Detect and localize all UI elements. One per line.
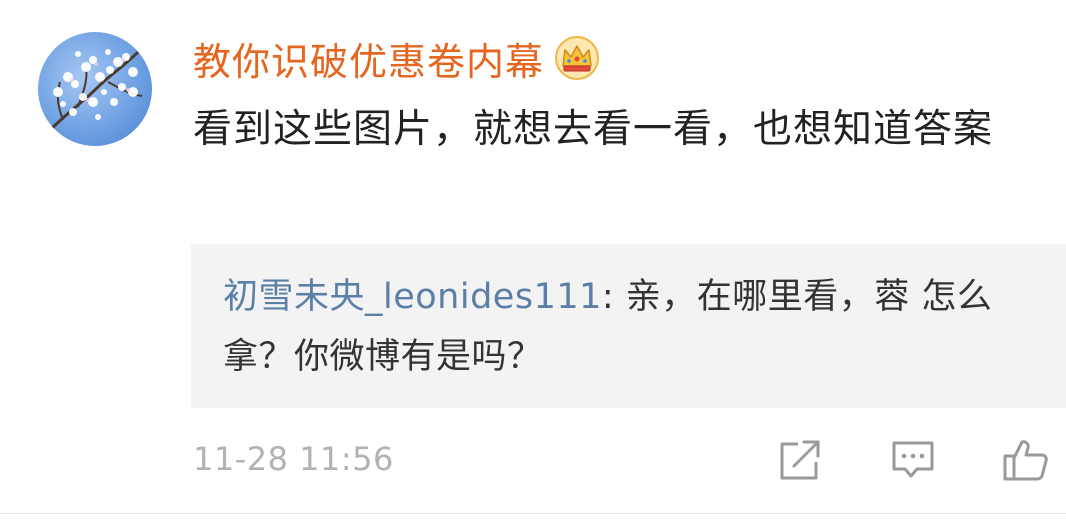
plum-blossom-avatar-image [46, 49, 143, 134]
bottom-divider [0, 513, 1066, 514]
reply-box[interactable]: 初雪未央_leonides111: 亲，在哪里看，蓉 怎么拿？你微博有是吗？ [191, 244, 1066, 408]
reply-separator: : [601, 277, 626, 317]
comment-username[interactable]: 教你识破优惠卷内幕 [193, 31, 544, 86]
reply-content: 初雪未央_leonides111: 亲，在哪里看，蓉 怎么拿？你微博有是吗？ [223, 267, 1053, 387]
share-icon [780, 440, 820, 480]
comment-text: 看到这些图片，就想去看一看，也想知道答案 [193, 107, 994, 152]
reply-username[interactable]: 初雪未央_leonides111 [223, 277, 602, 317]
comment-button[interactable] [889, 436, 937, 484]
avatar[interactable] [38, 32, 152, 146]
share-button[interactable] [776, 436, 824, 484]
comment-timestamp: 11-28 11:56 [193, 440, 394, 478]
comment-icon [892, 441, 934, 478]
comment-header: 教你识破优惠卷内幕 [193, 31, 600, 86]
like-icon [1003, 440, 1048, 481]
like-button[interactable] [1002, 436, 1050, 484]
crown-icon [555, 36, 600, 80]
